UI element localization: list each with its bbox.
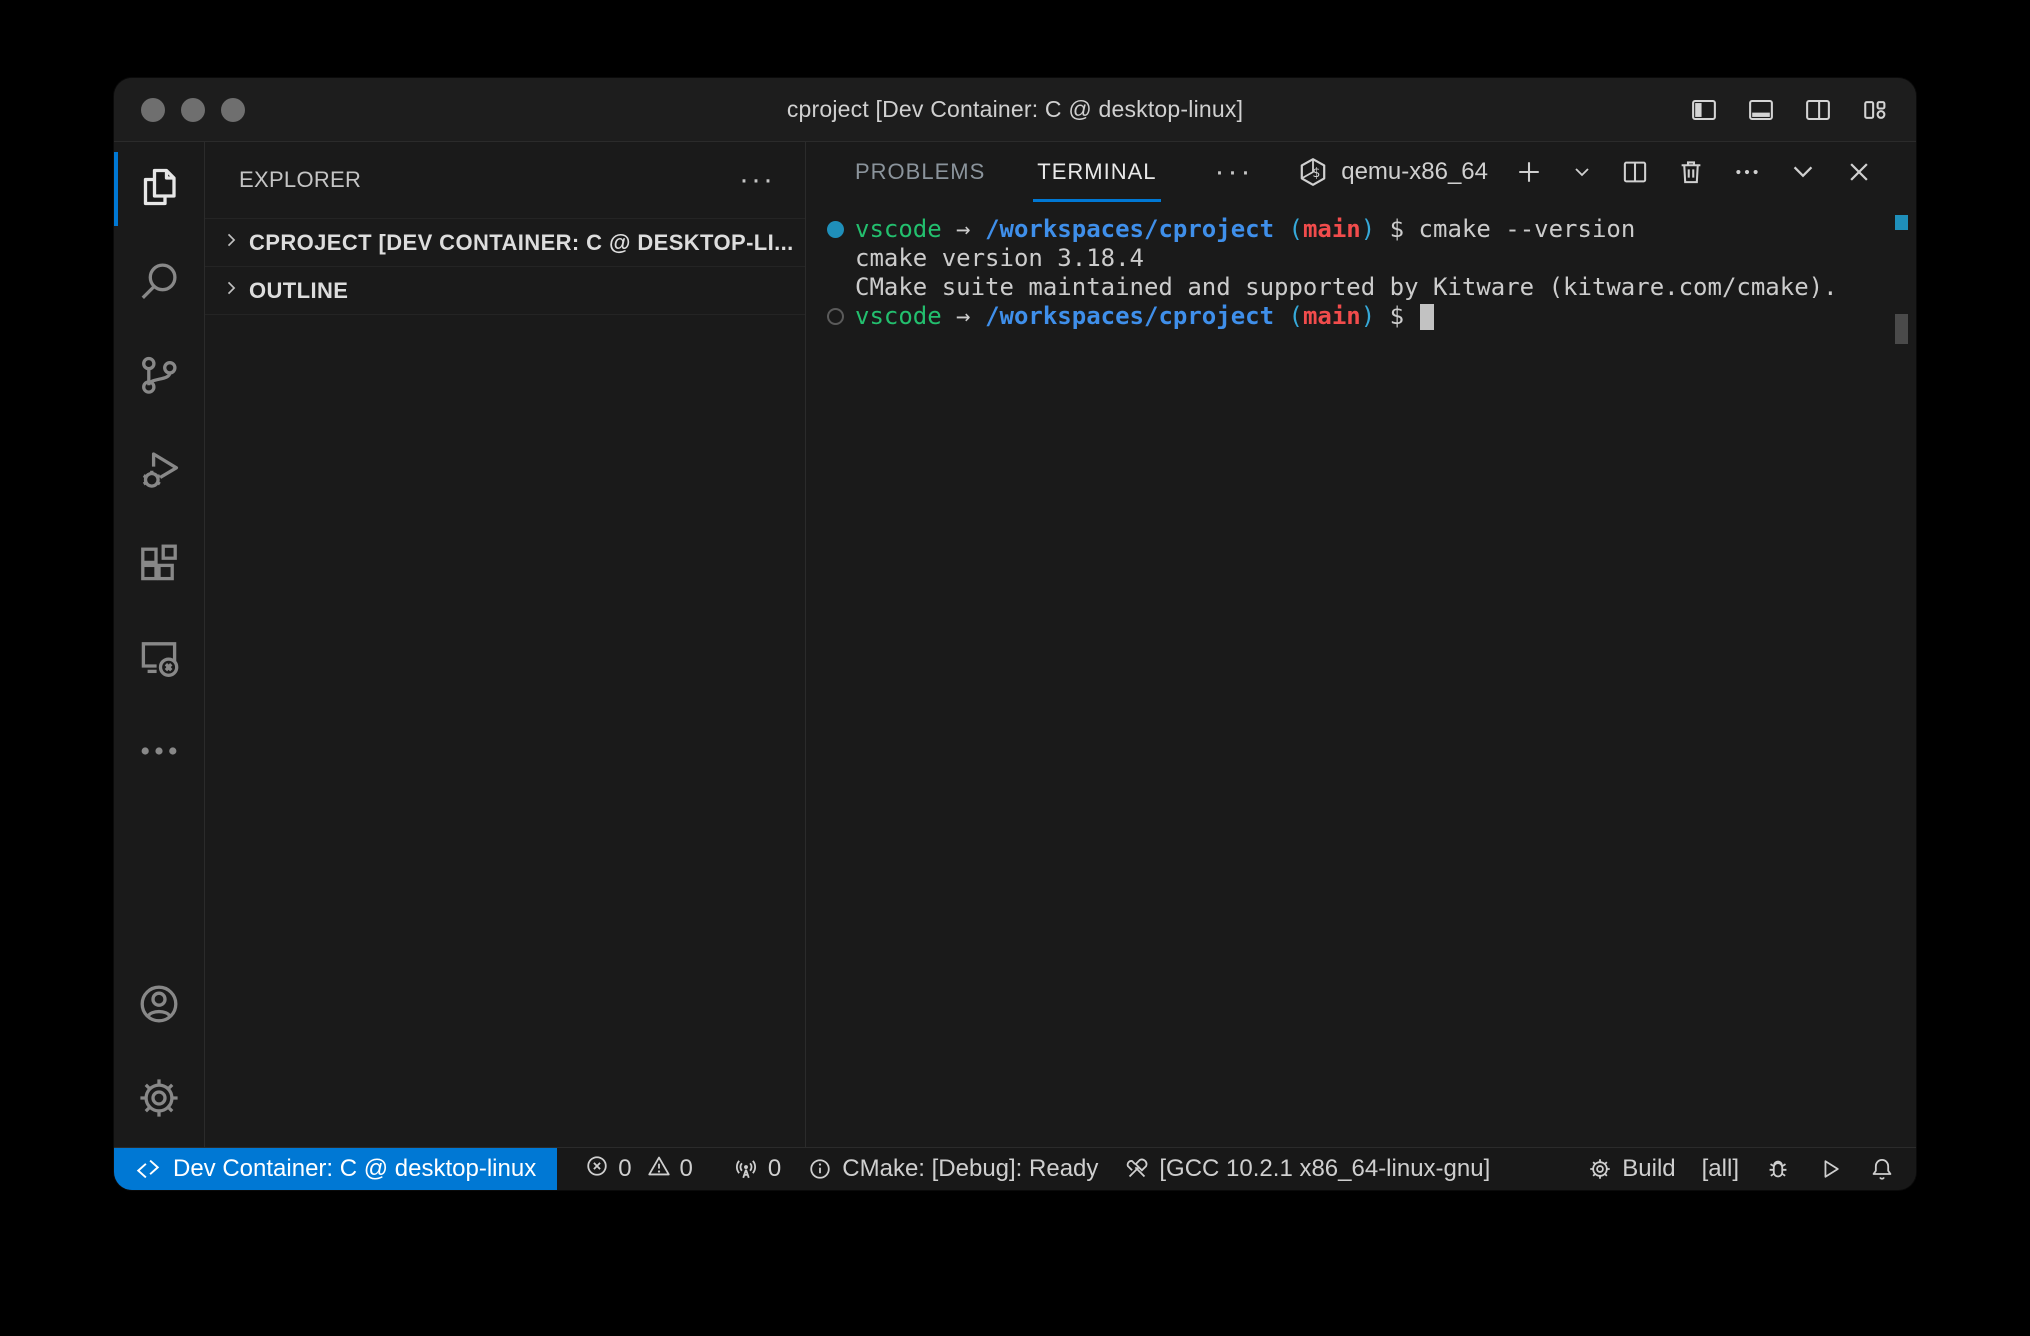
explorer-more-actions-icon[interactable]: ··· (739, 170, 775, 190)
container-terminal-icon: $ (1297, 156, 1329, 188)
remote-icon (135, 1156, 161, 1182)
remote-indicator[interactable]: Dev Container: C @ desktop-linux (114, 1148, 557, 1190)
chevron-right-icon (221, 230, 241, 255)
new-terminal-icon[interactable] (1514, 157, 1544, 187)
sidebar-item-explorer[interactable] (114, 142, 204, 236)
warning-count: 0 (680, 1155, 693, 1183)
build-target-label: [all] (1702, 1155, 1739, 1183)
error-icon (584, 1153, 610, 1186)
sidebar-item-remote-explorer[interactable] (114, 612, 204, 706)
vscode-window: cproject [Dev Container: C @ desktop-lin… (114, 78, 1916, 1190)
tools-icon (1124, 1156, 1150, 1182)
terminal-profile-chevron-icon[interactable] (1570, 160, 1594, 184)
section-label: OUTLINE (249, 278, 348, 304)
terminal-text: CMake suite maintained and supported by … (855, 273, 1838, 302)
panel-tabs-more-icon[interactable]: ··· (1215, 155, 1254, 189)
radio-tower-icon (733, 1156, 759, 1182)
close-panel-icon[interactable] (1844, 157, 1874, 187)
cmake-build-button[interactable]: Build (1574, 1148, 1688, 1190)
hide-panel-chevron-icon[interactable] (1788, 157, 1818, 187)
tab-terminal[interactable]: TERMINAL (1037, 142, 1156, 202)
notifications-button[interactable] (1856, 1148, 1908, 1190)
run-debug-icon (135, 445, 183, 498)
ports-status[interactable]: 0 (720, 1148, 794, 1190)
sidebar-item-search[interactable] (114, 236, 204, 330)
section-label: CPROJECT [DEV CONTAINER: C @ DESKTOP-LI.… (249, 230, 794, 256)
cmake-status-label: CMake: [Debug]: Ready (842, 1155, 1098, 1183)
split-terminal-icon[interactable] (1620, 157, 1650, 187)
search-icon (135, 257, 183, 310)
kill-terminal-icon[interactable] (1676, 157, 1706, 187)
launch-target-button[interactable] (1804, 1148, 1856, 1190)
extensions-icon (135, 539, 183, 592)
overview-ruler-command-mark (1895, 215, 1908, 230)
files-icon (135, 163, 183, 216)
activity-bar (114, 142, 205, 1147)
sidebar-item-extensions[interactable] (114, 518, 204, 612)
info-icon (807, 1156, 833, 1182)
panel-tabbar: PROBLEMS TERMINAL ··· $ qemu-x86_64 (806, 142, 1916, 202)
section-cproject[interactable]: CPROJECT [DEV CONTAINER: C @ DESKTOP-LI.… (205, 218, 805, 266)
cmake-status[interactable]: CMake: [Debug]: Ready (794, 1148, 1111, 1190)
titlebar: cproject [Dev Container: C @ desktop-lin… (114, 78, 1916, 142)
terminal-session-item[interactable]: $ qemu-x86_64 (1297, 156, 1488, 188)
terminal-cursor (1420, 304, 1434, 330)
command-decoration-icon[interactable] (827, 221, 844, 238)
terminal-session-label: qemu-x86_64 (1341, 158, 1488, 186)
terminal-line: vscode → /workspaces/cproject (main) $ (827, 302, 1916, 331)
remote-explorer-icon (135, 633, 183, 686)
build-gear-icon (1587, 1156, 1613, 1182)
remote-label: Dev Container: C @ desktop-linux (173, 1155, 536, 1183)
bottom-panel: PROBLEMS TERMINAL ··· $ qemu-x86_64 (806, 142, 1916, 1147)
settings-button[interactable] (114, 1053, 204, 1147)
sidebar-title: EXPLORER (239, 167, 361, 193)
build-target-button[interactable]: [all] (1689, 1148, 1752, 1190)
problems-status[interactable]: 0 0 (571, 1148, 706, 1190)
debug-target-button[interactable] (1752, 1148, 1804, 1190)
terminal-line: vscode → /workspaces/cproject (main) $ c… (827, 215, 1916, 244)
warning-icon (646, 1153, 672, 1186)
window-title: cproject [Dev Container: C @ desktop-lin… (114, 96, 1916, 123)
settings-gear-icon (135, 1074, 183, 1127)
bug-icon (1765, 1156, 1791, 1182)
account-icon (135, 980, 183, 1033)
sidebar-item-source-control[interactable] (114, 330, 204, 424)
tab-problems[interactable]: PROBLEMS (855, 142, 985, 202)
account-button[interactable] (114, 959, 204, 1053)
more-views-button[interactable] (114, 706, 204, 800)
build-label: Build (1622, 1155, 1675, 1183)
error-count: 0 (618, 1155, 631, 1183)
terminal-view[interactable]: vscode → /workspaces/cproject (main) $ c… (806, 202, 1916, 1147)
terminal-text: vscode → /workspaces/cproject (main) $ c… (855, 215, 1635, 244)
terminal-line: cmake version 3.18.4 (827, 244, 1916, 273)
sidebar-item-run-debug[interactable] (114, 424, 204, 518)
panel-more-actions-icon[interactable] (1732, 157, 1762, 187)
cmake-kit-label: [GCC 10.2.1 x86_64-linux-gnu] (1159, 1155, 1490, 1183)
source-control-icon (135, 351, 183, 404)
terminal-text: cmake version 3.18.4 (855, 244, 1144, 273)
cmake-kit[interactable]: [GCC 10.2.1 x86_64-linux-gnu] (1111, 1148, 1503, 1190)
bell-icon (1869, 1156, 1895, 1182)
terminal-line: CMake suite maintained and supported by … (827, 273, 1916, 302)
chevron-right-icon (221, 278, 241, 303)
section-outline[interactable]: OUTLINE (205, 266, 805, 314)
svg-text:$: $ (1313, 166, 1321, 181)
command-decoration-icon[interactable] (827, 308, 844, 325)
status-bar: Dev Container: C @ desktop-linux 0 0 (114, 1147, 1916, 1190)
ports-count: 0 (768, 1155, 781, 1183)
play-icon (1817, 1156, 1843, 1182)
more-views-icon (135, 727, 183, 780)
terminal-scrollbar[interactable] (1895, 314, 1908, 344)
terminal-lines: vscode → /workspaces/cproject (main) $ c… (827, 215, 1916, 331)
sidebar-explorer: EXPLORER ··· CPROJECT [DEV CONTAINER: C … (205, 142, 806, 1147)
terminal-text: vscode → /workspaces/cproject (main) $ (855, 302, 1434, 331)
